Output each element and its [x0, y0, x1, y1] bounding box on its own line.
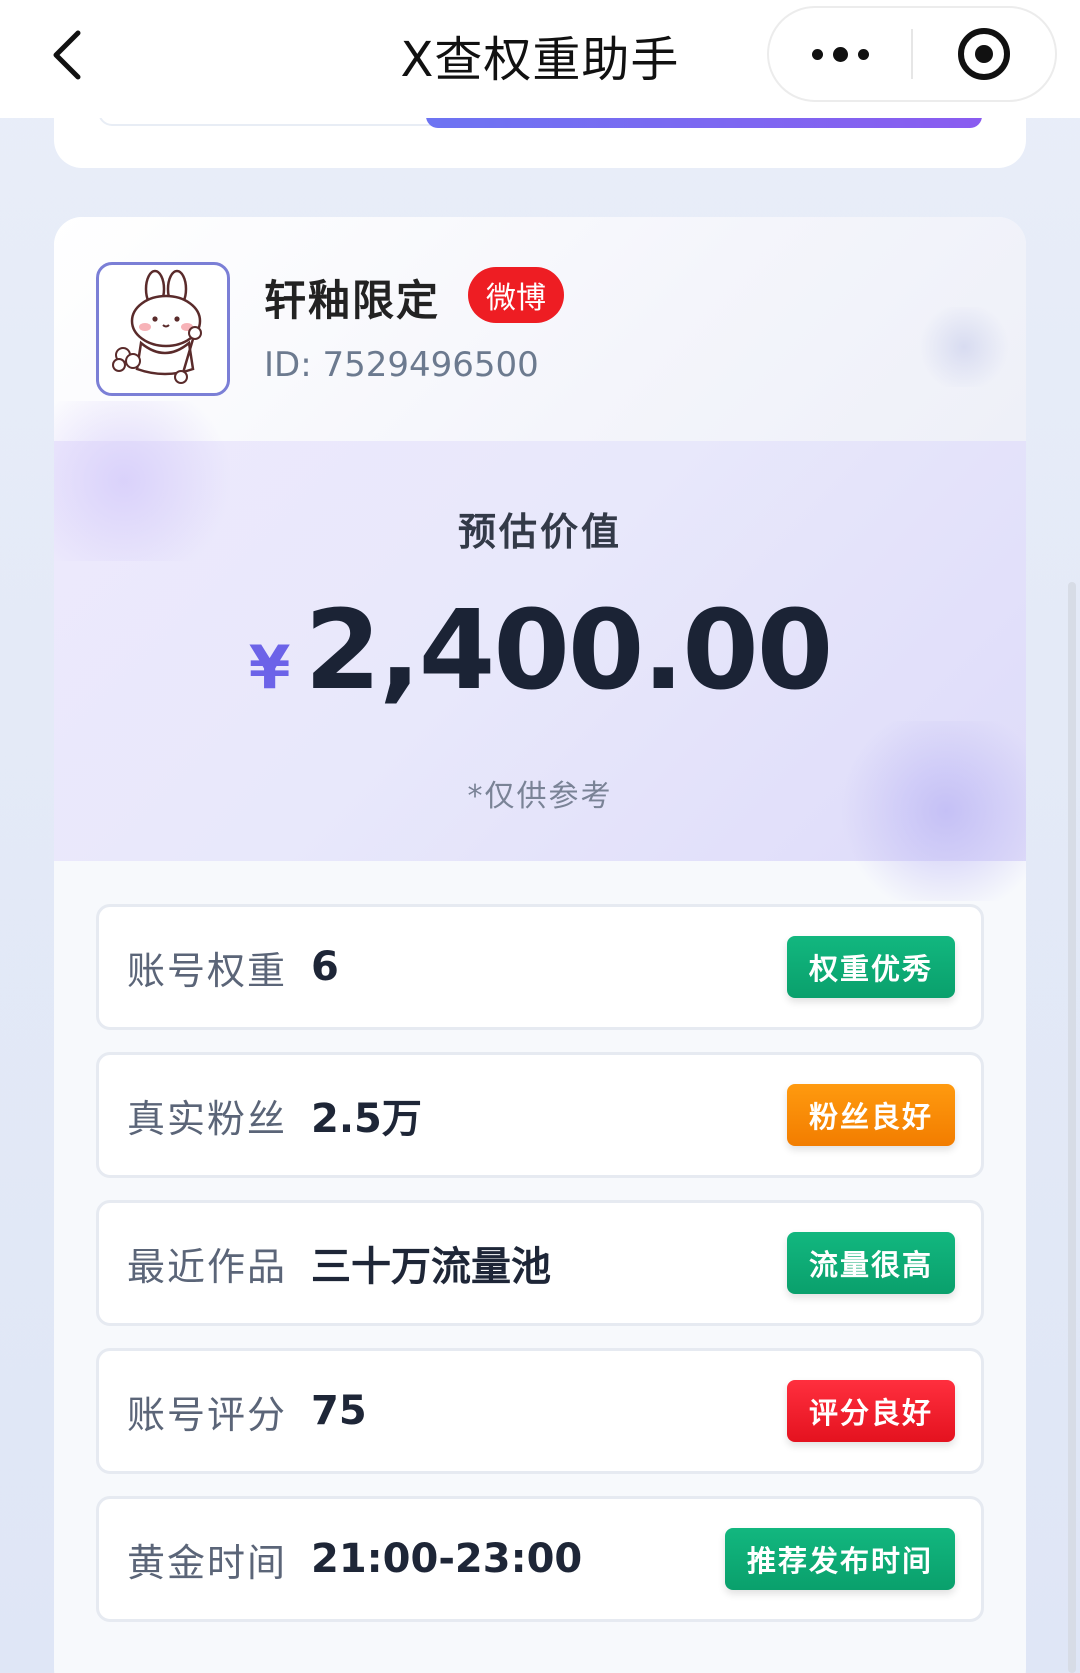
valuation-amount-row: ¥ 2,400.00	[54, 586, 1026, 714]
platform-badge: 微博	[468, 267, 564, 323]
status-badge: 评分良好	[786, 1380, 955, 1442]
valuation-disclaimer: *仅供参考	[467, 779, 613, 814]
metric-value: 75	[311, 1388, 367, 1434]
valuation-label: 预估价值	[457, 510, 622, 554]
valuation-panel: 预估价值 ¥ 2,400.00 *仅供参考	[54, 401, 1026, 901]
status-badge: 权重优秀	[786, 936, 955, 998]
metrics-list: 账号权重 6 权重优秀 真实粉丝 2.5万 粉丝良好 最近作品 三十万流量池 流…	[96, 904, 984, 1644]
more-button[interactable]	[769, 8, 911, 100]
account-name: 轩釉限定	[264, 276, 441, 325]
scrollbar[interactable]	[1068, 582, 1076, 1673]
target-circle-icon	[957, 28, 1010, 80]
result-card: 轩釉限定 微博 ID: 7529496500 预估价值 ¥ 2,400.00 *…	[54, 217, 1026, 1673]
metric-value: 2.5万	[311, 1096, 422, 1142]
valuation-amount: 2,400.00	[304, 586, 833, 714]
metric-row-recent-works: 最近作品 三十万流量池 流量很高	[96, 1200, 984, 1326]
metric-row-score: 账号评分 75 评分良好	[96, 1348, 984, 1474]
metric-row-golden-time: 黄金时间 21:00-23:00 推荐发布时间	[96, 1496, 984, 1622]
metric-label: 最近作品	[127, 1244, 288, 1289]
account-id: ID: 7529496500	[264, 345, 539, 385]
status-badge: 粉丝良好	[786, 1084, 955, 1146]
close-button[interactable]	[913, 8, 1055, 100]
status-badge: 流量很高	[786, 1232, 955, 1294]
decorative-blob	[914, 307, 1014, 387]
metric-value: 6	[311, 944, 339, 990]
metric-label: 账号评分	[127, 1392, 288, 1437]
title-bar: X查权重助手	[0, 0, 1080, 118]
metric-label: 真实粉丝	[127, 1096, 288, 1141]
metric-value: 21:00-23:00	[311, 1536, 583, 1582]
avatar	[96, 262, 230, 396]
currency-symbol: ¥	[248, 633, 291, 703]
mini-program-capsule	[767, 6, 1057, 102]
metric-row-fans: 真实粉丝 2.5万 粉丝良好	[96, 1052, 984, 1178]
bunny-avatar	[112, 269, 202, 384]
metric-row-weight: 账号权重 6 权重优秀	[96, 904, 984, 1030]
more-dots-icon	[811, 48, 823, 60]
status-badge: 推荐发布时间	[724, 1528, 955, 1590]
metric-label: 黄金时间	[127, 1540, 288, 1585]
metric-label: 账号权重	[127, 948, 288, 993]
metric-value: 三十万流量池	[311, 1244, 551, 1290]
